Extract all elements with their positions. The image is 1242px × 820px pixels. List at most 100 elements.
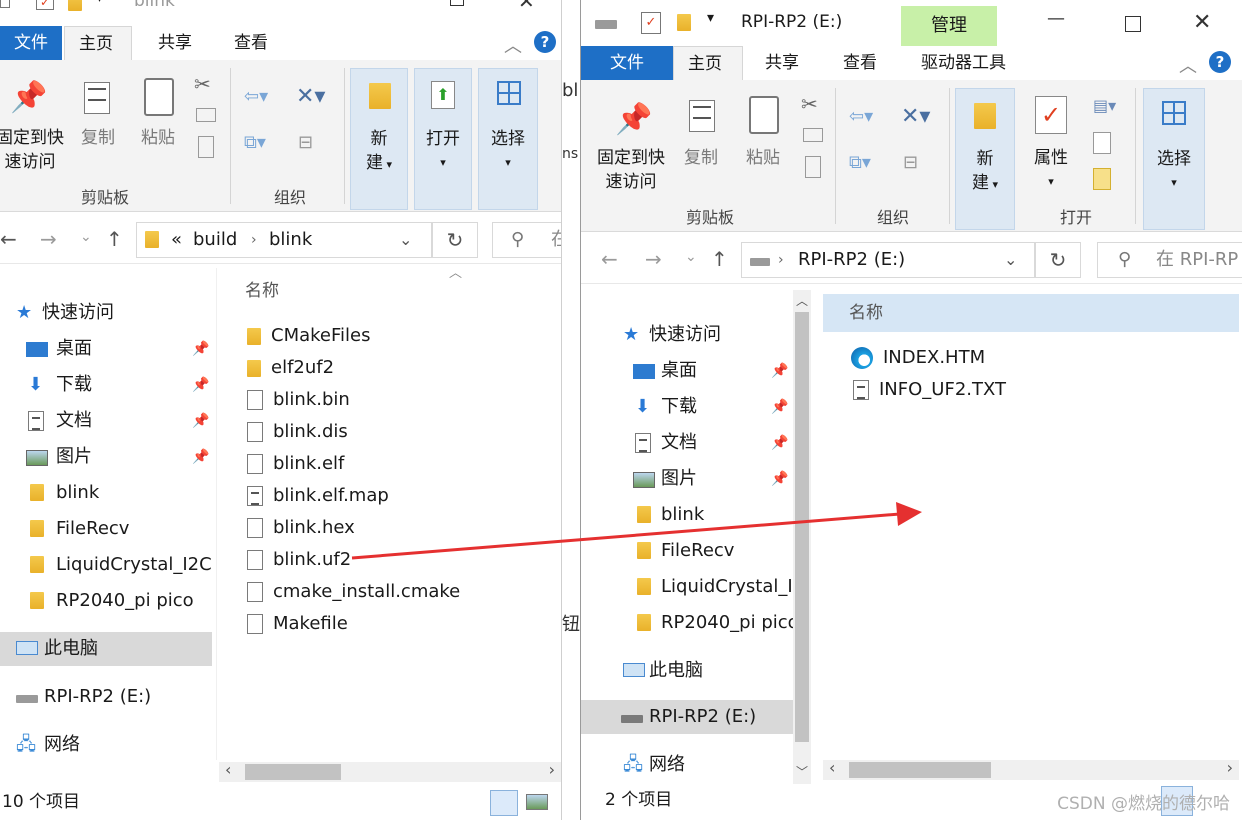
scroll-up-icon[interactable]: ︿: [796, 292, 808, 309]
file-row[interactable]: INFO_UF2.TXT: [853, 374, 1006, 406]
paste-button[interactable]: 粘贴: [743, 146, 783, 170]
nav-rp2040[interactable]: RP2040_pi pico: [581, 606, 793, 640]
paste-shortcut-icon[interactable]: [805, 156, 821, 178]
horizontal-scrollbar[interactable]: ‹ ›: [823, 758, 1239, 780]
copy-path-icon[interactable]: [803, 128, 823, 142]
horizontal-scrollbar[interactable]: ‹ ›: [219, 760, 561, 782]
copy-button[interactable]: 复制: [681, 146, 721, 170]
dropdown-arrow-icon[interactable]: ▾: [707, 10, 714, 26]
minimize-icon[interactable]: —: [1047, 8, 1065, 29]
nav-downloads[interactable]: ⬇ 下载 📌: [581, 390, 795, 424]
scroll-right-icon[interactable]: ›: [549, 760, 555, 779]
history-icon[interactable]: [1093, 168, 1111, 190]
nav-this-pc[interactable]: 此电脑: [581, 654, 795, 688]
close-icon[interactable]: ✕: [1193, 10, 1211, 35]
collapse-ribbon-icon[interactable]: ︿: [504, 32, 522, 58]
tab-file[interactable]: 文件: [0, 26, 62, 60]
file-row[interactable]: blink.uf2: [247, 544, 351, 576]
dropdown-arrow-icon[interactable]: ▾: [96, 0, 103, 6]
file-row[interactable]: Makefile: [247, 608, 348, 640]
properties-check-icon[interactable]: ✓: [641, 12, 661, 34]
pin-quick-access-button[interactable]: 固定到快 速访问: [0, 126, 66, 174]
rename-icon[interactable]: ⊟: [298, 132, 313, 153]
file-row[interactable]: cmake_install.cmake: [247, 576, 460, 608]
breadcrumb-overflow[interactable]: «: [171, 223, 182, 257]
properties-button[interactable]: 属性 ▾: [1025, 146, 1077, 194]
open-button[interactable]: ⬆ 打开 ▾: [414, 68, 472, 210]
nav-drive[interactable]: RPI-RP2 (E:): [581, 700, 793, 734]
column-header-name[interactable]: 名称: [849, 294, 883, 332]
scroll-thumb[interactable]: [245, 764, 341, 780]
nav-documents[interactable]: 文档 📌: [0, 404, 214, 438]
up-icon[interactable]: ↑: [711, 247, 728, 271]
nav-liquidcrystal[interactable]: LiquidCrystal_I2: [581, 570, 793, 604]
tab-file[interactable]: 文件: [581, 46, 673, 80]
search-box[interactable]: ⚲ 在 RPI-RP: [1097, 242, 1242, 278]
nav-liquidcrystal[interactable]: LiquidCrystal_I2C: [0, 548, 214, 582]
file-row[interactable]: INDEX.HTM: [851, 342, 985, 374]
nav-desktop[interactable]: 桌面 📌: [581, 354, 795, 388]
large-icons-view-icon[interactable]: [526, 794, 548, 810]
recent-chevron-icon[interactable]: ⌄: [685, 249, 697, 265]
nav-filerecv[interactable]: FileRecv: [0, 512, 214, 546]
copy-to-icon[interactable]: ⧉▾: [849, 152, 871, 173]
help-icon[interactable]: ?: [534, 31, 556, 53]
forward-icon[interactable]: →: [40, 227, 57, 251]
select-button[interactable]: 选择 ▾: [1143, 88, 1205, 230]
breadcrumb-build[interactable]: build: [193, 223, 237, 257]
new-button[interactable]: 新 建 ▾: [955, 88, 1015, 230]
move-to-icon[interactable]: ⇦▾: [849, 106, 873, 127]
file-row[interactable]: elf2uf2: [247, 352, 334, 384]
tab-view[interactable]: 查看: [220, 26, 282, 60]
delete-icon[interactable]: ✕▾: [901, 104, 930, 129]
nav-downloads[interactable]: ⬇ 下载 📌: [0, 368, 214, 402]
scroll-right-icon[interactable]: ›: [1227, 758, 1233, 777]
move-to-icon[interactable]: ⇦▾: [244, 86, 268, 107]
address-dropdown-icon[interactable]: ⌄: [399, 223, 412, 257]
file-row[interactable]: blink.bin: [247, 384, 350, 416]
edit-icon[interactable]: [1093, 132, 1111, 154]
nav-blink[interactable]: blink: [581, 498, 795, 532]
open-with-icon[interactable]: ▤▾: [1093, 96, 1116, 115]
cut-icon[interactable]: ✂: [194, 72, 211, 96]
nav-documents[interactable]: 文档 📌: [581, 426, 795, 460]
nav-pictures[interactable]: 图片 📌: [581, 462, 795, 496]
delete-icon[interactable]: ✕▾: [296, 84, 325, 109]
folder-icon[interactable]: [68, 0, 82, 11]
cut-icon[interactable]: ✂: [801, 92, 818, 116]
file-row[interactable]: blink.elf: [247, 448, 344, 480]
new-button[interactable]: 新 建 ▾: [350, 68, 408, 210]
column-header-bar[interactable]: 名称: [823, 294, 1239, 332]
maximize-icon[interactable]: [1125, 16, 1141, 32]
file-row[interactable]: CMakeFiles: [247, 320, 370, 352]
properties-check-icon[interactable]: ✓: [36, 0, 54, 10]
collapse-ribbon-icon[interactable]: ︿: [1179, 52, 1197, 78]
copy-button[interactable]: 复制: [78, 126, 118, 150]
folder-icon[interactable]: [677, 14, 691, 31]
scroll-thumb[interactable]: [849, 762, 991, 778]
nav-pictures[interactable]: 图片 📌: [0, 440, 214, 474]
nav-filerecv[interactable]: FileRecv: [581, 534, 795, 568]
select-button[interactable]: 选择 ▾: [478, 68, 538, 210]
breadcrumb-drive[interactable]: RPI-RP2 (E:): [798, 243, 905, 277]
scroll-left-icon[interactable]: ‹: [829, 758, 835, 777]
nav-drive[interactable]: RPI-RP2 (E:): [0, 680, 214, 714]
nav-desktop[interactable]: 桌面 📌: [0, 332, 214, 366]
file-row[interactable]: blink.elf.map: [247, 480, 389, 512]
tab-share[interactable]: 共享: [751, 46, 813, 80]
nav-rp2040[interactable]: RP2040_pi pico: [0, 584, 214, 618]
paste-button[interactable]: 粘贴: [138, 126, 178, 150]
nav-blink[interactable]: blink: [0, 476, 214, 510]
nav-vertical-scrollbar[interactable]: ︿ ﹀: [793, 290, 811, 784]
tab-home[interactable]: 主页: [673, 46, 743, 80]
address-field[interactable]: › RPI-RP2 (E:) ⌄: [741, 242, 1035, 278]
details-view-icon[interactable]: [490, 790, 518, 816]
nav-network[interactable]: 🖧 网络: [581, 748, 795, 782]
scroll-left-icon[interactable]: ‹: [225, 760, 231, 779]
tab-drive-tools[interactable]: 驱动器工具: [907, 46, 1020, 80]
rename-icon[interactable]: ⊟: [903, 152, 918, 173]
close-icon[interactable]: ✕: [518, 0, 535, 13]
tab-manage[interactable]: 管理: [901, 6, 997, 46]
search-box[interactable]: ⚲ 在: [492, 222, 561, 258]
help-icon[interactable]: ?: [1209, 51, 1231, 73]
